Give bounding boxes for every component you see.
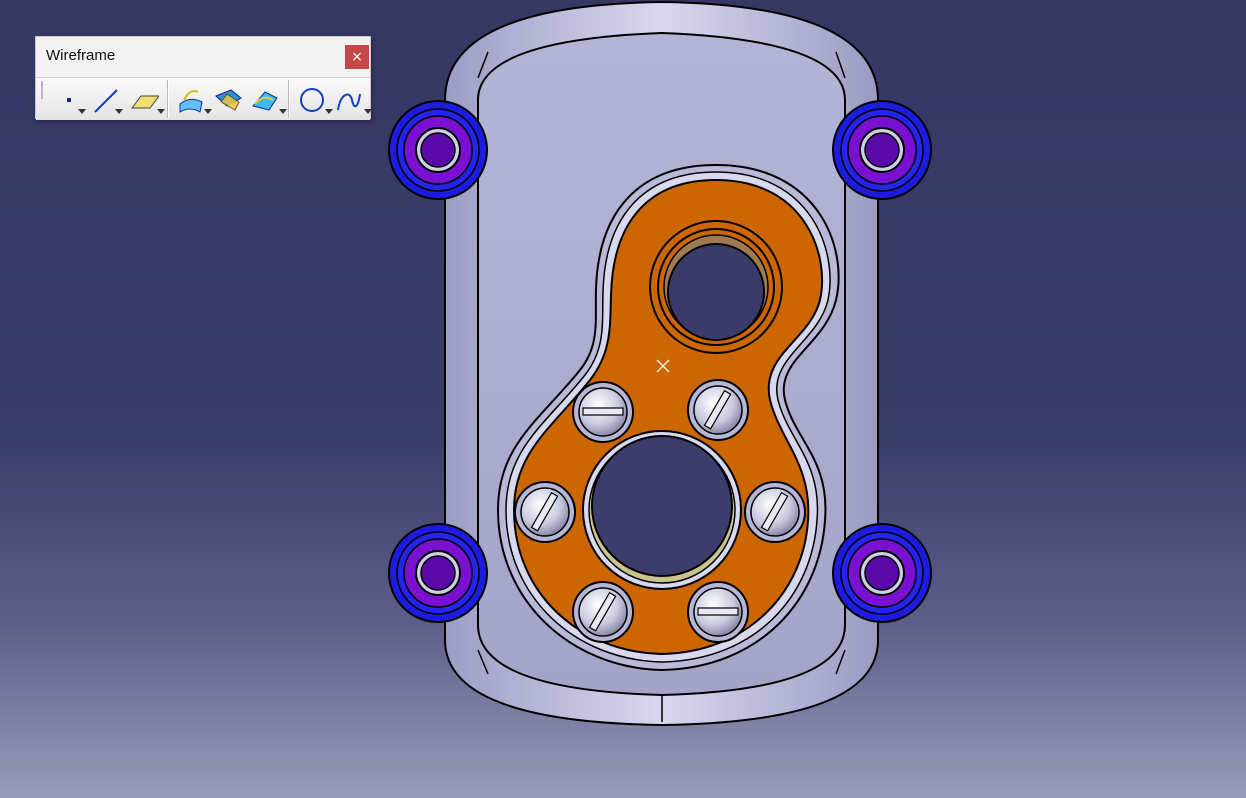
wireframe-toolbar[interactable]: Wireframe × xyxy=(35,36,372,120)
close-button[interactable]: × xyxy=(345,45,369,69)
projection-icon xyxy=(179,90,203,113)
circle-button[interactable] xyxy=(297,82,333,116)
point-button[interactable] xyxy=(54,82,86,116)
shaft-bore-hole xyxy=(591,435,733,577)
intersection-button[interactable] xyxy=(213,82,243,116)
plane-icon xyxy=(131,95,159,109)
toolbar-grip[interactable] xyxy=(41,81,43,99)
parallel-curve-button[interactable] xyxy=(249,82,287,116)
circle-icon xyxy=(300,88,324,112)
intersection-icon xyxy=(215,89,242,111)
top-bore-hole xyxy=(667,243,765,341)
parallel-curve-icon xyxy=(252,91,278,111)
line-button[interactable] xyxy=(91,82,123,116)
spline-button[interactable] xyxy=(334,82,372,116)
projection-button[interactable] xyxy=(176,82,212,116)
toolbar-title: Wireframe xyxy=(46,47,116,64)
toolbar-icon-row xyxy=(36,77,372,120)
spline-icon xyxy=(337,93,361,111)
plane-button[interactable] xyxy=(129,82,165,116)
